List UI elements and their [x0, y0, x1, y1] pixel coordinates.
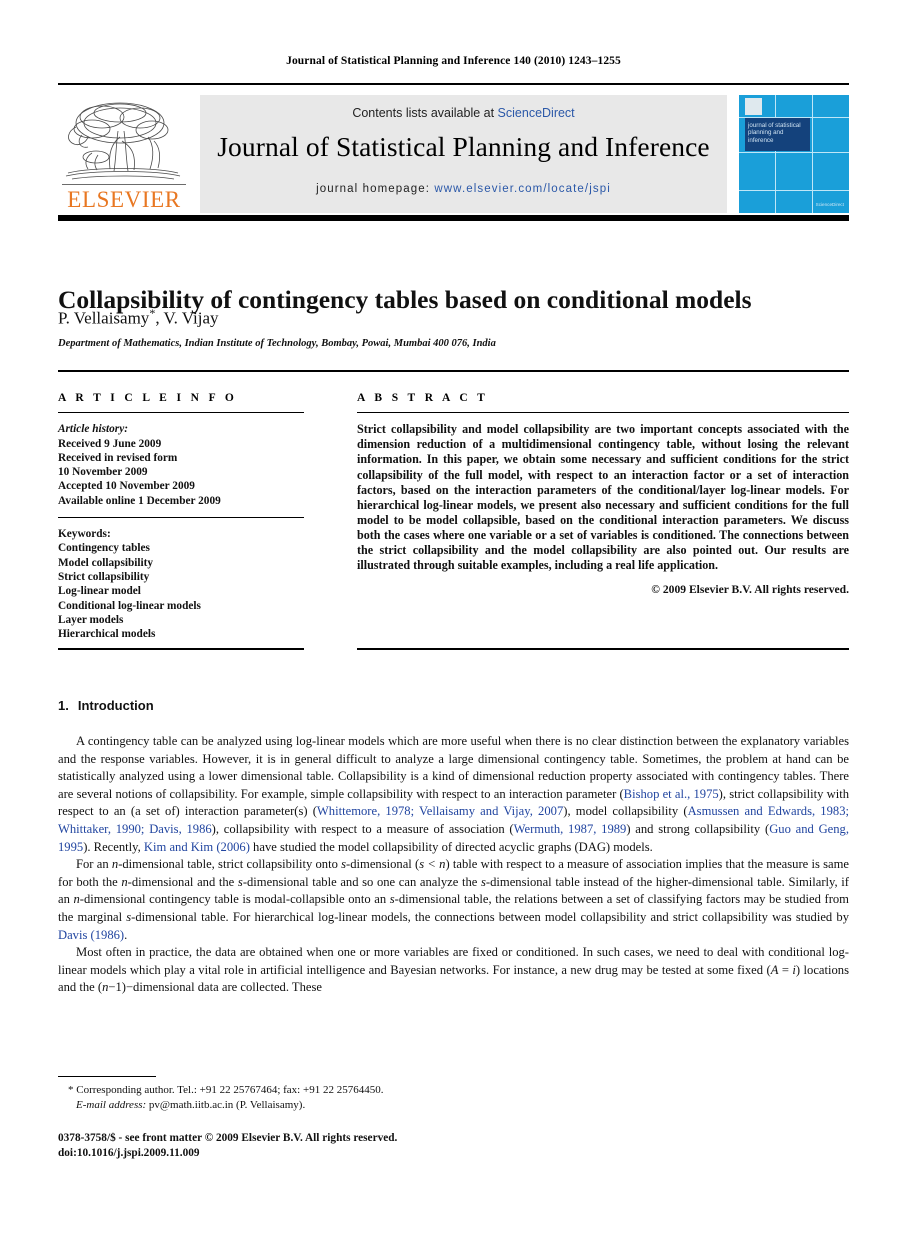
body-content: A contingency table can be analyzed usin…: [58, 733, 849, 997]
paragraph-3: Most often in practice, the data are obt…: [58, 944, 849, 997]
p2-var-sn: s < n: [419, 857, 446, 872]
p3-seg-a: Most often in practice, the data are obt…: [58, 945, 849, 977]
cover-emblem-icon: [745, 98, 762, 115]
elsevier-logo: ELSEVIER: [58, 95, 191, 213]
paragraph-2: For an n-dimensional table, strict colla…: [58, 856, 849, 944]
elsevier-tree-icon: [65, 102, 181, 180]
footnote-corresponding: * Corresponding author. Tel.: +91 22 257…: [58, 1083, 558, 1098]
p3-seg-b: =: [778, 962, 793, 977]
sciencedirect-link[interactable]: ScienceDirect: [498, 106, 575, 120]
history-line: Received 9 June 2009: [58, 437, 162, 450]
footnote-email-label: E-mail address:: [76, 1098, 147, 1111]
p2-seg-a: For an: [76, 857, 112, 872]
p2-seg-b: -dimensional table, strict collapsibilit…: [118, 857, 342, 872]
p2-seg-e: -dimensional and the: [127, 874, 238, 889]
citation-wermuth[interactable]: Wermuth, 1987, 1989: [514, 822, 627, 836]
p3-seg-d: −1)−dimensional data are collected. Thes…: [108, 980, 322, 995]
keyword-item: Layer models: [58, 613, 124, 626]
p2-seg-k: .: [124, 927, 128, 942]
keyword-item: Conditional log-linear models: [58, 599, 201, 612]
issn-line: 0378-3758/$ - see front matter © 2009 El…: [58, 1132, 398, 1144]
header-rule: [58, 83, 849, 85]
article-info-heading: A R T I C L E I N F O: [58, 392, 238, 404]
history-line: Received in revised form: [58, 451, 178, 464]
article-info-heading-rule: [58, 412, 304, 414]
footnote-email-value[interactable]: pv@math.iitb.ac.in (P. Vellaisamy).: [149, 1099, 305, 1111]
elsevier-divider: [62, 184, 186, 185]
article-history-rule: [58, 517, 304, 519]
journal-title: Journal of Statistical Planning and Infe…: [217, 131, 710, 162]
p1-seg-g: have studied the model collapsibility of…: [249, 839, 653, 854]
cover-footer-logo: ScienceDirect: [815, 202, 844, 207]
info-bottom-rule: [58, 648, 304, 650]
author-affiliation: Department of Mathematics, Indian Instit…: [58, 338, 496, 349]
p2-seg-j: -dimensional table. For hierarchical log…: [131, 909, 849, 924]
paragraph-1: A contingency table can be analyzed usin…: [58, 733, 849, 856]
article-history-block: Article history: Received 9 June 2009 Re…: [58, 422, 304, 508]
masthead-bottom-rule: [58, 215, 849, 221]
p2-seg-h: -dimensional contingency table is modal-…: [79, 892, 390, 907]
citation-davis[interactable]: Davis (1986): [58, 928, 124, 942]
author-primary: P. Vellaisamy: [58, 308, 150, 328]
section-heading-introduction: 1. Introduction: [58, 698, 154, 713]
homepage-prefix: journal homepage:: [316, 183, 435, 195]
p1-seg-f: ). Recently,: [83, 839, 144, 854]
paper-page: Journal of Statistical Planning and Infe…: [0, 0, 907, 1238]
abstract-column: A B S T R A C T Strict collapsibility an…: [357, 392, 849, 596]
keyword-item: Log-linear model: [58, 585, 141, 598]
keywords-label: Keywords:: [58, 528, 111, 541]
p1-seg-c: ), model collapsibility (: [563, 804, 688, 819]
keyword-item: Hierarchical models: [58, 628, 156, 641]
keyword-item: Contingency tables: [58, 542, 150, 555]
running-head: Journal of Statistical Planning and Infe…: [286, 55, 621, 67]
history-line: 10 November 2009: [58, 466, 148, 479]
imprint-block: 0378-3758/$ - see front matter © 2009 El…: [58, 1131, 558, 1160]
journal-masthead: ELSEVIER Contents lists available at Sci…: [58, 95, 849, 213]
homepage-link[interactable]: www.elsevier.com/locate/jspi: [434, 183, 611, 195]
abstract-bottom-rule: [357, 648, 849, 650]
citation-whittemore-vellaisamy[interactable]: Whittemore, 1978; Vellaisamy and Vijay, …: [317, 804, 563, 818]
history-line: Accepted 10 November 2009: [58, 480, 195, 493]
citation-kim-kim[interactable]: Kim and Kim (2006): [144, 840, 250, 854]
footnote-corresponding-text: Corresponding author. Tel.: +91 22 25767…: [76, 1084, 384, 1096]
journal-cover-thumbnail[interactable]: journal of statistical planning and infe…: [739, 95, 849, 213]
section-title: Introduction: [77, 698, 154, 713]
article-info-column: A R T I C L E I N F O Article history: R…: [58, 392, 304, 642]
masthead-center-panel: Contents lists available at ScienceDirec…: [200, 95, 727, 213]
keywords-block: Keywords: Contingency tables Model colla…: [58, 527, 304, 641]
p2-seg-c: -dimensional (: [346, 857, 420, 872]
abstract-copyright: © 2009 Elsevier B.V. All rights reserved…: [651, 583, 849, 597]
p1-seg-e: ) and strong collapsibility (: [626, 821, 770, 836]
footnote-marker: *: [68, 1084, 74, 1096]
footnote-rule: [58, 1076, 156, 1078]
journal-homepage-line: journal homepage: www.elsevier.com/locat…: [200, 183, 727, 195]
p2-seg-f: -dimensional table and so one can analyz…: [242, 874, 482, 889]
doi-line: doi:10.1016/j.jspi.2009.11.009: [58, 1146, 200, 1159]
elsevier-wordmark: ELSEVIER: [67, 187, 181, 212]
history-line: Available online 1 December 2009: [58, 494, 221, 507]
author-list: P. Vellaisamy*, V. Vijay: [58, 306, 849, 329]
keyword-item: Model collapsibility: [58, 556, 154, 569]
article-history-label: Article history:: [58, 423, 128, 436]
footnote-block: * Corresponding author. Tel.: +91 22 257…: [58, 1083, 558, 1112]
author-secondary: , V. Vijay: [155, 308, 219, 328]
abstract-heading-rule: [357, 412, 849, 414]
abstract-text: Strict collapsibility and model collapsi…: [357, 422, 849, 573]
abstract-heading: A B S T R A C T: [357, 392, 489, 404]
p1-seg-d: ), collapsibility with respect to a meas…: [211, 821, 514, 836]
section-number: 1.: [58, 698, 69, 713]
contents-available-line: Contents lists available at ScienceDirec…: [200, 106, 727, 120]
contents-prefix: Contents lists available at: [352, 106, 498, 120]
info-top-rule: [58, 370, 849, 372]
keyword-item: Strict collapsibility: [58, 571, 150, 584]
footnote-email: E-mail address: pv@math.iitb.ac.in (P. V…: [58, 1098, 558, 1113]
cover-title: journal of statistical planning and infe…: [745, 118, 810, 151]
citation-bishop[interactable]: Bishop et al., 1975: [624, 787, 719, 801]
